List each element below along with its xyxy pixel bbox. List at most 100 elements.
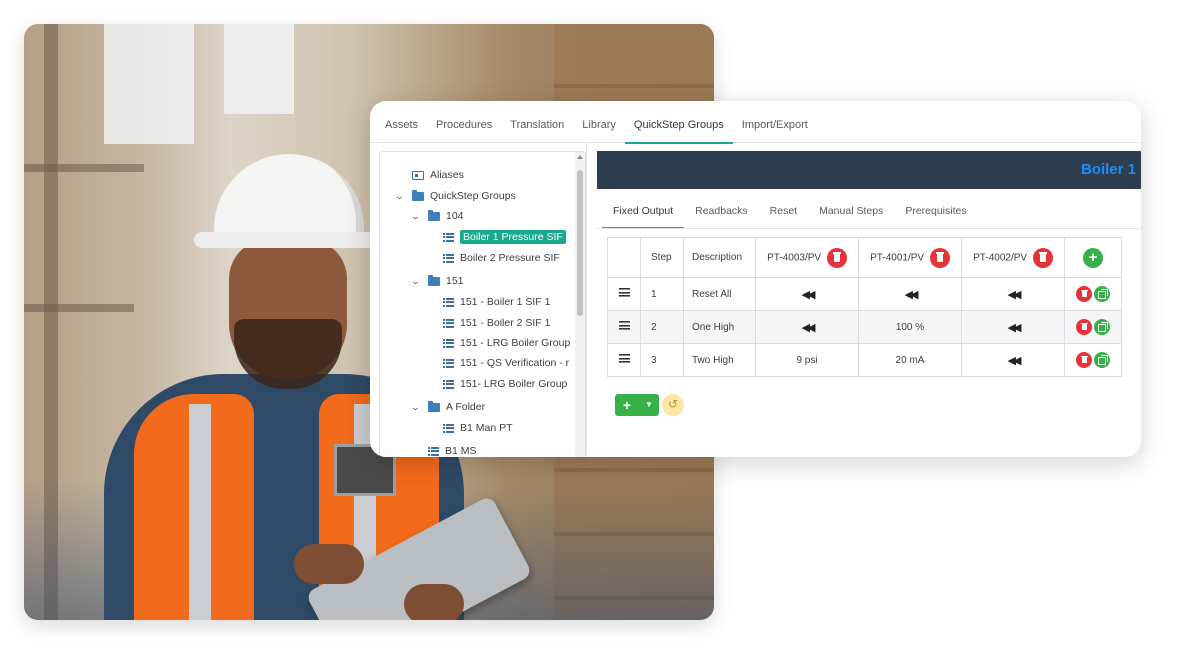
chevron-down-icon[interactable]: ▼ [639,394,659,416]
value-cell[interactable]: ◀◀ [961,277,1065,311]
tab-translation[interactable]: Translation [501,101,573,143]
description-cell[interactable]: Reset All [683,277,756,311]
description-cell[interactable]: One High [683,310,756,344]
row-actions [1064,310,1122,344]
step-cell: 1 [640,277,684,311]
tree-item-104[interactable]: ⌄ 104 [411,208,464,224]
drag-handle-icon [618,354,630,363]
tree-item-b1-ms[interactable]: B1 MS [428,443,477,457]
value-cell[interactable]: 9 psi [755,343,859,377]
copy-row-button[interactable] [1094,286,1110,302]
delete-row-button[interactable] [1076,286,1092,302]
undo-button[interactable]: ↺ [662,394,684,416]
rewind-icon[interactable]: ◀◀ [1008,289,1022,301]
column-header-label: PT-4003/PV [767,252,822,264]
tree-item-b1-man-pt[interactable]: B1 Man PT [443,420,513,436]
tab-assets[interactable]: Assets [376,101,427,143]
tree-item-boiler-1-pressure-sif[interactable]: Boiler 1 Pressure SIF [443,229,566,245]
value-cell[interactable]: ◀◀ [755,277,859,311]
copy-row-button[interactable] [1094,319,1110,335]
tree-item-151-qs-verification[interactable]: 151 - QS Verification - r [443,355,569,371]
chevron-down-icon[interactable]: ⌄ [411,276,424,287]
list-icon [443,253,454,263]
tree-item-label: 151- LRG Boiler Group [460,378,568,390]
rewind-icon[interactable]: ◀◀ [1008,355,1022,367]
value-cell[interactable]: ◀◀ [755,310,859,344]
delete-column-button[interactable] [1032,247,1053,268]
step-cell: 2 [640,310,684,344]
tree-item-label: 151 - QS Verification - r [460,357,570,369]
app-window: Assets Procedures Translation Library Qu… [370,101,1141,457]
tree-item-boiler-2-pressure-sif[interactable]: Boiler 2 Pressure SIF [443,250,560,266]
tree-item-label: 104 [446,210,464,222]
value-cell[interactable]: ◀◀ [961,310,1065,344]
chevron-down-icon[interactable]: ⌄ [411,402,424,413]
scroll-up-icon[interactable] [577,155,583,159]
tree-item-label: Boiler 1 Pressure SIF [460,230,566,244]
drag-handle-icon [618,321,630,330]
scrollbar-thumb[interactable] [577,170,583,316]
tree-item-quickstep-groups[interactable]: ⌄ QuickStep Groups [395,188,516,204]
tree-item-label: 151 - LRG Boiler Group [460,337,571,349]
value-cell[interactable]: ◀◀ [961,343,1065,377]
tab-manual-steps[interactable]: Manual Steps [808,195,894,228]
tab-prerequisites[interactable]: Prerequisites [894,195,977,228]
list-icon [443,232,454,242]
sub-tabs: Fixed Output Readbacks Reset Manual Step… [602,195,978,229]
rewind-icon[interactable]: ◀◀ [802,289,816,301]
delete-row-button[interactable] [1076,319,1092,335]
add-row-split-button[interactable]: + ▼ [615,394,659,416]
list-icon [443,338,454,348]
tree-item-151-lrg-boiler-group-2[interactable]: 151- LRG Boiler Group [443,376,567,392]
value-cell[interactable]: 20 mA [858,343,962,377]
tree-item-151[interactable]: ⌄ 151 [411,273,464,289]
tree-item-151-boiler-2-sif-1[interactable]: 151 - Boiler 2 SIF 1 [443,315,550,331]
tab-import-export[interactable]: Import/Export [733,101,817,143]
pt-4001-column-header: PT-4001/PV [858,237,962,278]
alias-icon [412,170,424,180]
delete-column-button[interactable] [929,247,950,268]
actions-column-header: + [1064,237,1122,278]
tree-item-a-folder[interactable]: ⌄ A Folder [411,399,485,415]
list-icon [443,379,454,389]
description-cell[interactable]: Two High [683,343,756,377]
value-cell[interactable]: ◀◀ [858,277,962,311]
add-column-button[interactable]: + [1083,247,1103,268]
chevron-down-icon[interactable]: ⌄ [411,211,424,222]
drag-handle[interactable] [607,343,641,377]
table-row: 1 Reset All ◀◀ ◀◀ ◀◀ [607,277,1122,311]
tree-item-151-boiler-1-sif-1[interactable]: 151 - Boiler 1 SIF 1 [443,294,550,310]
tree-item-151-lrg-boiler-group[interactable]: 151 - LRG Boiler Group [443,335,570,351]
tree-item-label: QuickStep Groups [430,190,516,202]
tab-procedures[interactable]: Procedures [427,101,501,143]
tree-scrollbar[interactable] [575,152,585,457]
step-cell: 3 [640,343,684,377]
panel-divider [586,143,587,457]
plus-icon[interactable]: + [615,394,639,416]
rewind-icon[interactable]: ◀◀ [905,289,919,301]
chevron-down-icon[interactable]: ⌄ [395,191,408,202]
tab-reset[interactable]: Reset [759,195,808,228]
value-cell[interactable]: 100 % [858,310,962,344]
copy-row-button[interactable] [1094,352,1110,368]
tab-readbacks[interactable]: Readbacks [684,195,759,228]
drag-handle[interactable] [607,310,641,344]
list-icon [443,423,454,433]
rewind-icon[interactable]: ◀◀ [1008,322,1022,334]
tab-library[interactable]: Library [573,101,625,143]
delete-row-button[interactable] [1076,352,1092,368]
row-actions [1064,277,1122,311]
list-icon [428,446,439,456]
list-icon [443,297,454,307]
list-icon [443,358,454,368]
tree-item-label: 151 - Boiler 1 SIF 1 [460,296,551,308]
rewind-icon[interactable]: ◀◀ [802,322,816,334]
delete-column-button[interactable] [826,247,847,268]
fixed-output-table: Step Description PT-4003/PV PT-4001/PV P… [607,237,1122,377]
drag-handle[interactable] [607,277,641,311]
tree-item-label: B1 Man PT [460,422,513,434]
folder-open-icon [428,274,440,286]
tab-quickstep-groups[interactable]: QuickStep Groups [624,101,733,144]
tab-fixed-output[interactable]: Fixed Output [602,195,685,229]
tree-item-aliases[interactable]: Aliases [412,167,464,183]
